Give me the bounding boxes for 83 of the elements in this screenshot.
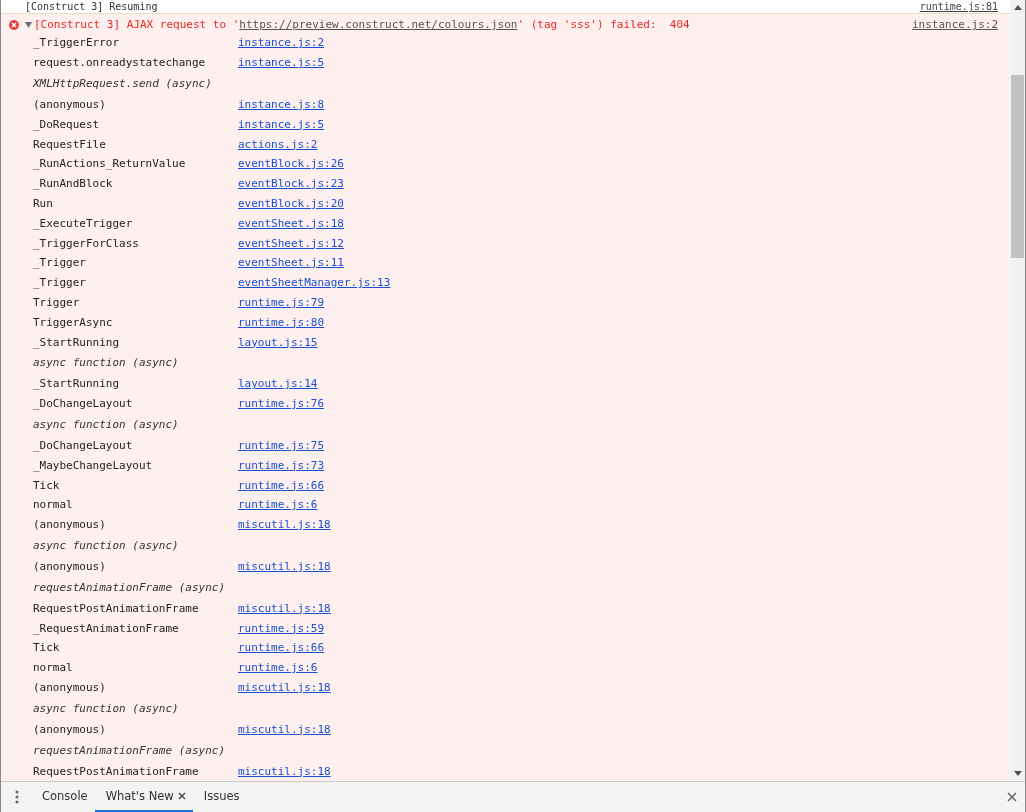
source-link[interactable]: layout.js:15 (238, 335, 318, 349)
source-link[interactable]: instance.js:2 (911, 18, 998, 31)
scroll-down-icon[interactable] (1013, 771, 1022, 776)
source-link[interactable]: instance.js:2 (238, 36, 325, 50)
scroll-up-icon[interactable] (1013, 5, 1022, 10)
source-link[interactable]: runtime.js:81 (919, 0, 998, 13)
function-name: (anonymous) (33, 98, 107, 111)
source-link[interactable]: layout.js:14 (238, 377, 318, 391)
close-icon[interactable] (177, 792, 186, 800)
scrollbar-thumb[interactable] (1011, 75, 1024, 258)
async-separator: XMLHttpRequest.send (async) (33, 77, 212, 91)
function-name: _StartRunning (33, 377, 121, 391)
function-name: _DoChangeLayout (33, 397, 134, 411)
source-link[interactable]: miscutil.js:18 (238, 680, 331, 694)
source-link[interactable]: eventBlock.js:23 (238, 177, 344, 191)
function-name: _Trigger (33, 276, 87, 290)
function-name: (anonymous) (33, 722, 107, 736)
source-link[interactable]: runtime.js:59 (238, 621, 325, 635)
function-name: _RequestAnimationFrame (33, 621, 180, 635)
function-name: Trigger (33, 295, 81, 309)
drawer-tab[interactable]: What's New (94, 782, 193, 812)
source-link[interactable]: instance.js:5 (238, 117, 325, 131)
source-link[interactable]: instance.js:8 (238, 98, 325, 111)
source-link[interactable]: actions.js:2 (238, 137, 318, 151)
source-link[interactable]: runtime.js:6 (238, 498, 318, 512)
function-name: _StartRunning (33, 335, 121, 349)
source-link[interactable]: miscutil.js:18 (238, 559, 331, 573)
error-icon (9, 19, 19, 30)
scrollbar[interactable] (1010, 0, 1025, 781)
error-message: [Construct 3] AJAX request to 'https://preview.construct.net/colours.json' (tag 'sss') failed: 404 (34, 18, 691, 31)
drawer-tab[interactable]: Issues (192, 782, 247, 812)
source-link[interactable]: runtime.js:80 (238, 315, 325, 329)
function-name: normal (33, 661, 74, 675)
function-name: _ExecuteTrigger (33, 216, 134, 230)
async-separator: async function (async) (33, 539, 179, 553)
source-link[interactable]: miscutil.js:18 (238, 518, 331, 532)
async-separator: requestAnimationFrame (async) (33, 580, 226, 594)
function-name: normal (33, 498, 74, 512)
source-link[interactable]: miscutil.js:18 (238, 722, 331, 736)
drawer-tab[interactable]: Console (31, 782, 95, 812)
function-name: (anonymous) (33, 518, 107, 532)
source-link[interactable]: eventSheet.js:18 (238, 216, 344, 230)
log-message: [Construct 3] Resuming (25, 0, 158, 13)
source-link[interactable]: instance.js:5 (238, 56, 325, 70)
async-separator: async function (async) (33, 418, 179, 432)
async-separator: async function (async) (33, 356, 179, 370)
function-name: _RunActions_ReturnValue (33, 157, 187, 171)
async-separator: async function (async) (33, 701, 179, 715)
function-name: (anonymous) (33, 680, 107, 694)
source-link[interactable]: miscutil.js:18 (238, 764, 331, 778)
function-name: _DoChangeLayout (33, 438, 134, 452)
more-options-icon[interactable] (15, 790, 19, 804)
function-name: (anonymous) (33, 559, 107, 573)
source-link[interactable]: eventSheet.js:11 (238, 256, 344, 270)
source-link[interactable]: eventSheet.js:12 (238, 236, 344, 250)
collapse-triangle-icon[interactable] (25, 21, 32, 28)
source-link[interactable]: runtime.js:76 (238, 397, 325, 411)
function-name: Tick (33, 478, 61, 492)
function-name: _Trigger (33, 256, 87, 270)
source-link[interactable]: runtime.js:73 (238, 458, 325, 472)
source-link[interactable]: runtime.js:75 (238, 438, 325, 452)
async-separator: requestAnimationFrame (async) (33, 743, 226, 757)
function-name: _MaybeChangeLayout (33, 458, 154, 472)
function-name: RequestPostAnimationFrame (33, 764, 200, 778)
source-link[interactable]: eventBlock.js:26 (238, 157, 344, 171)
source-link[interactable]: miscutil.js:18 (238, 601, 331, 615)
function-name: _TriggerForClass (33, 236, 140, 250)
source-link[interactable]: runtime.js:6 (238, 661, 318, 675)
close-icon[interactable] (1007, 792, 1017, 802)
source-link[interactable]: runtime.js:66 (238, 478, 325, 492)
function-name: RequestPostAnimationFrame (33, 601, 200, 615)
function-name: Tick (33, 641, 61, 655)
url-link[interactable]: https://preview.construct.net/colours.json (239, 18, 518, 31)
function-name: RequestFile (33, 137, 107, 151)
function-name: _TriggerError (33, 36, 121, 50)
function-name: request.onreadystatechange (33, 56, 207, 70)
function-name: TriggerAsync (33, 315, 114, 329)
function-name: _DoRequest (33, 117, 101, 131)
function-name: _RunAndBlock (33, 177, 114, 191)
source-link[interactable]: runtime.js:79 (238, 295, 325, 309)
source-link[interactable]: runtime.js:66 (238, 641, 325, 655)
function-name: Run (33, 196, 54, 210)
source-link[interactable]: eventBlock.js:20 (238, 196, 344, 210)
